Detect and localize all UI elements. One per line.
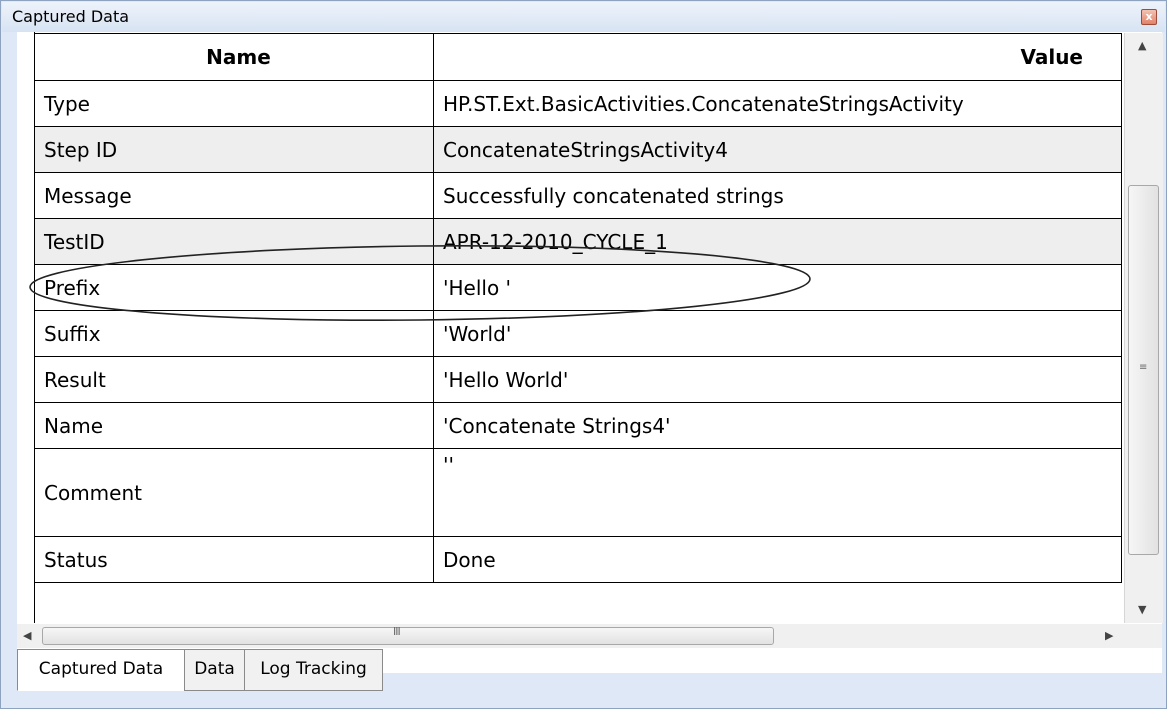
scrollbar-corner bbox=[1124, 624, 1162, 648]
tab-data[interactable]: Data bbox=[184, 649, 245, 691]
tab-log-tracking[interactable]: Log Tracking bbox=[244, 649, 383, 691]
vertical-scrollbar[interactable]: ▲ ≡ ▼ bbox=[1124, 33, 1163, 623]
tab-captured-data[interactable]: Captured Data bbox=[17, 649, 185, 691]
vertical-scroll-thumb[interactable]: ≡ bbox=[1128, 185, 1159, 555]
grip-icon: ≡ bbox=[1139, 362, 1148, 373]
horizontal-scrollbar[interactable]: ◀ III ▶ bbox=[17, 624, 1124, 648]
horizontal-scroll-thumb[interactable]: III bbox=[42, 625, 774, 645]
scroll-left-arrow-icon[interactable]: ◀ bbox=[23, 629, 31, 642]
scroll-down-arrow-icon[interactable]: ▼ bbox=[1138, 603, 1146, 616]
grip-icon: III bbox=[393, 625, 401, 638]
testid-highlight-ellipse bbox=[29, 244, 811, 322]
scroll-right-arrow-icon[interactable]: ▶ bbox=[1105, 629, 1113, 642]
scroll-up-arrow-icon[interactable]: ▲ bbox=[1138, 39, 1146, 52]
